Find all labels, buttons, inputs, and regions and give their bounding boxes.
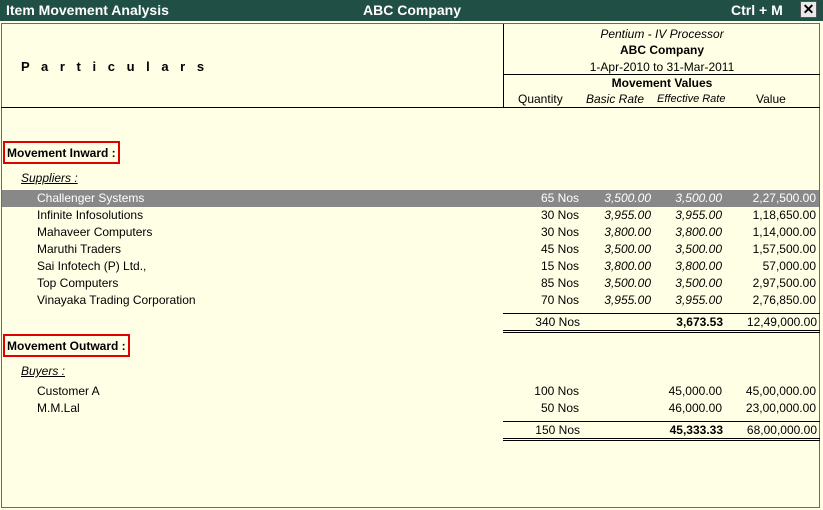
movement-outward-heading: Movement Outward : — [3, 334, 130, 357]
table-row[interactable]: Top Computers 85 Nos 3,500.00 3,500.00 2… — [2, 275, 819, 292]
col-basic-rate: Basic Rate — [586, 92, 645, 106]
outward-total-rate: 45,333.33 — [669, 423, 723, 437]
inward-total-double-rule — [503, 332, 820, 333]
header-bottom-line — [1, 107, 820, 108]
inward-total-bottom-rule — [503, 330, 820, 331]
title-bar: Item Movement Analysis ABC Company Ctrl … — [0, 0, 823, 21]
outward-total-value: 68,00,000.00 — [746, 423, 817, 437]
inward-total-value: 12,49,000.00 — [746, 315, 817, 329]
table-row[interactable]: Challenger Systems 65 Nos 3,500.00 3,500… — [2, 190, 819, 207]
col-quantity: Quantity — [518, 92, 563, 106]
inward-total-qty: 340 Nos — [535, 315, 580, 329]
movement-inward-heading: Movement Inward : — [3, 141, 120, 164]
item-name: Pentium - IV Processor — [600, 27, 724, 41]
movement-values-heading: Movement Values — [611, 76, 713, 90]
period: 1-Apr-2010 to 31-Mar-2011 — [589, 60, 735, 74]
suppliers-group[interactable]: Suppliers : — [21, 171, 78, 185]
buyers-group[interactable]: Buyers : — [21, 364, 65, 378]
table-row[interactable]: M.M.Lal 50 Nos 46,000.00 23,00,000.00 — [2, 400, 819, 417]
header-company: ABC Company — [619, 43, 704, 57]
outward-total-double-rule — [503, 440, 820, 441]
table-row[interactable]: Infinite Infosolutions 30 Nos 3,955.00 3… — [2, 207, 819, 224]
table-row[interactable]: Maruthi Traders 45 Nos 3,500.00 3,500.00… — [2, 241, 819, 258]
shortcut-label: Ctrl + M — [731, 2, 783, 18]
col-effective-rate: Effective Rate — [657, 93, 726, 105]
header-sub-divider — [503, 74, 820, 75]
particulars-heading: P a r t i c u l a r s — [21, 59, 209, 74]
table-row[interactable]: Vinayaka Trading Corporation 70 Nos 3,95… — [2, 292, 819, 309]
inward-total-rate: 3,673.53 — [676, 315, 723, 329]
report-title: Item Movement Analysis — [6, 2, 169, 18]
table-row[interactable]: Customer A 100 Nos 45,000.00 45,00,000.0… — [2, 383, 819, 400]
outward-total-bottom-rule — [503, 438, 820, 439]
close-icon[interactable]: ✕ — [800, 1, 817, 18]
table-row[interactable]: Mahaveer Computers 30 Nos 3,800.00 3,800… — [2, 224, 819, 241]
col-value: Value — [756, 92, 786, 106]
company-name: ABC Company — [363, 2, 462, 18]
table-row[interactable]: Sai Infotech (P) Ltd., 15 Nos 3,800.00 3… — [2, 258, 819, 275]
outward-total-qty: 150 Nos — [535, 423, 580, 437]
